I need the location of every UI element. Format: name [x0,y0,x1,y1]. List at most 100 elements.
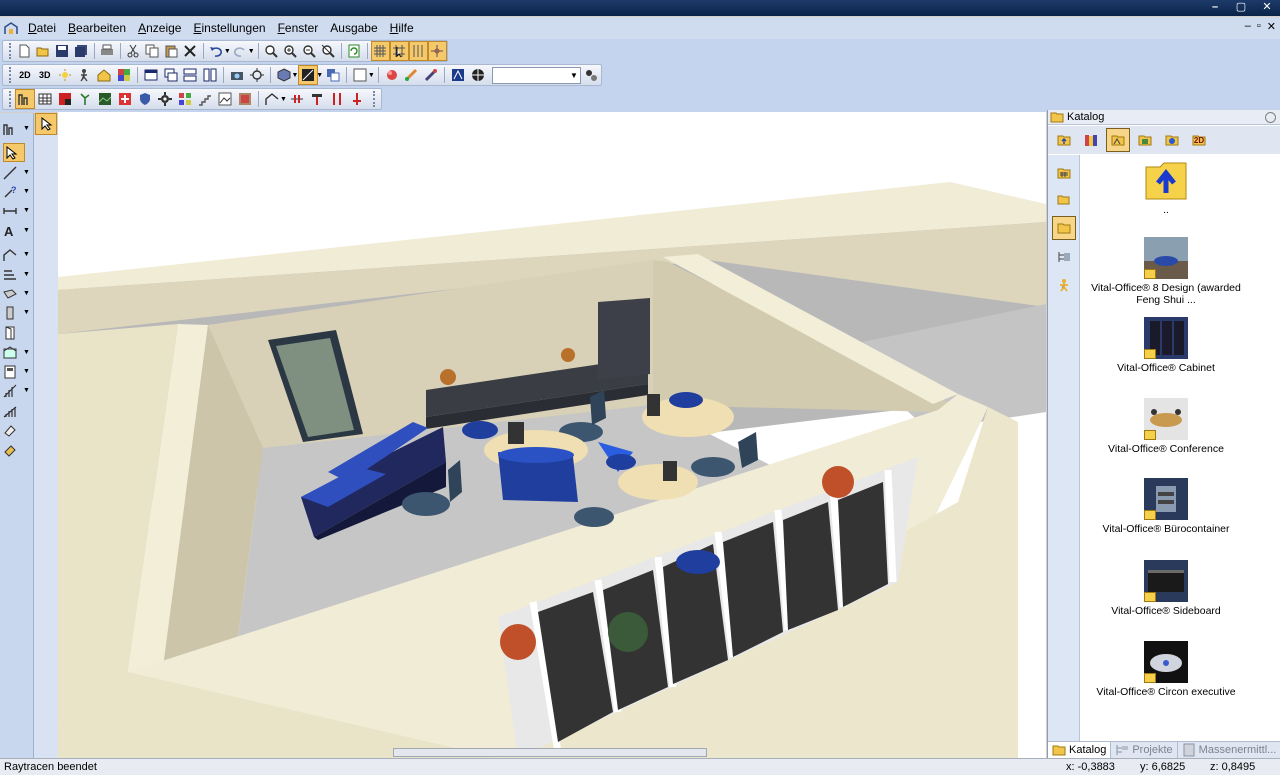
shield-icon[interactable] [135,89,155,109]
windows-object-icon[interactable] [175,89,195,109]
medical-icon[interactable] [115,89,135,109]
tab-massenermittlung[interactable]: Massenermittl... [1178,742,1280,758]
toolbar-grip[interactable] [9,67,12,83]
catalog-item-office-design[interactable]: Vital-Office® 8 Design (awarded Feng Shu… [1080,237,1252,306]
grid-icon[interactable] [370,41,390,61]
menu-datei[interactable]: Datei [22,17,62,39]
redo-dropdown-icon[interactable]: ▼ [248,48,255,55]
tab-katalog[interactable]: Katalog [1048,742,1112,758]
pointer-tool-button[interactable] [35,113,57,135]
restore-button[interactable]: ▢ [1228,0,1254,16]
tab-projekte[interactable]: Projekte [1111,742,1178,758]
camera-icon[interactable] [227,65,247,85]
catalog-open-folder-icon[interactable] [1052,187,1076,211]
menu-fenster[interactable]: Fenster [272,17,325,39]
zoom-out-icon[interactable] [300,41,319,61]
eraser-icon[interactable] [3,420,31,439]
roof-tool-icon[interactable] [262,89,282,109]
texture-icon[interactable] [114,65,134,85]
tool-wall[interactable]: ▼ [3,119,31,138]
cut-icon[interactable] [124,41,143,61]
catalog-textures-icon[interactable] [1133,128,1157,152]
catalog-materials-icon[interactable] [1160,128,1184,152]
stairs-icon[interactable] [195,89,215,109]
window-cascade-icon[interactable] [161,65,181,85]
tool-staircase[interactable]: ▼ [3,381,31,400]
house-view-icon[interactable] [94,65,114,85]
roof-dropdown-icon[interactable]: ▼ [280,96,287,103]
pin-icon[interactable] [1265,112,1276,123]
cube-dropdown-icon[interactable]: ▼ [292,72,299,79]
beam-red-icon[interactable] [327,89,347,109]
column-red-icon[interactable] [307,89,327,109]
paint-icon[interactable] [402,65,422,85]
crosshair-icon[interactable] [427,41,447,61]
tool-railing[interactable] [3,401,31,420]
gear-icon[interactable] [155,89,175,109]
print-icon[interactable] [98,41,117,61]
catalog-item-parent[interactable]: .. [1080,159,1252,216]
zoom-in-icon[interactable] [281,41,300,61]
landscape-icon[interactable] [95,89,115,109]
tool-measure[interactable]: ▼ [3,201,31,220]
texture-pattern-icon[interactable] [235,89,255,109]
menu-bearbeiten[interactable]: Bearbeiten [62,17,132,39]
3d-viewport[interactable] [58,112,1046,758]
tool-help[interactable]: ? ▼ [3,182,31,201]
tool-paint-bucket[interactable] [3,440,31,459]
catalog-tree-icon[interactable] [1052,245,1076,269]
catalog-item-circon[interactable]: Vital-Office® Circon executive [1080,641,1252,698]
image-icon[interactable] [215,89,235,109]
catalog-item-cabinet[interactable]: Vital-Office® Cabinet [1080,317,1252,374]
catalog-objects-icon[interactable] [1106,128,1130,152]
refresh-icon[interactable] [345,41,364,61]
settings-sun-icon[interactable] [247,65,267,85]
zoom-fit-icon[interactable] [319,41,338,61]
new-file-icon[interactable] [15,41,34,61]
snap-grid-icon[interactable] [389,41,409,61]
toolbar-grip[interactable] [373,91,376,107]
window-layout-icon[interactable] [141,65,161,85]
material-icon[interactable] [382,65,402,85]
view-3d-button[interactable]: 3D [35,65,55,85]
tool-line[interactable]: ▼ [3,163,31,182]
catalog-item-container[interactable]: Vital-Office® Bürocontainer [1080,478,1252,535]
menu-einstellungen[interactable]: Einstellungen [187,17,271,39]
tool-object[interactable]: ▼ [3,362,31,381]
toolbar-grip[interactable] [9,91,12,107]
anchor-red-icon[interactable] [347,89,367,109]
menu-hilfe[interactable]: Hilfe [384,17,420,39]
table-grid-icon[interactable] [35,89,55,109]
catalog-item-conference[interactable]: Vital-Office® Conference [1080,398,1252,455]
delete-icon[interactable] [181,41,200,61]
catalog-books-icon[interactable] [1079,128,1103,152]
layers-icon[interactable] [323,65,343,85]
tool-slab[interactable]: ▼ [3,284,31,303]
color-dropdown-icon[interactable]: ▼ [368,72,375,79]
copy-icon[interactable] [143,41,162,61]
tool-roof[interactable]: ▼ [3,245,31,264]
catalog-person-icon[interactable] [1052,273,1076,297]
mdi-restore-button[interactable]: ▫ [1257,20,1261,33]
plant-icon[interactable] [75,89,95,109]
zoom-icon[interactable] [262,41,281,61]
viewport-scroll-handle[interactable] [393,748,707,757]
folder-up-icon[interactable] [1052,128,1076,152]
tool-column[interactable]: ▼ [3,303,31,322]
catalog-grid-view-icon[interactable] [1052,161,1076,185]
guides-icon[interactable] [408,41,428,61]
walk-icon[interactable] [74,65,94,85]
paste-icon[interactable] [162,41,181,61]
tool-text[interactable]: A ▼ [3,221,31,240]
mdi-minimize-button[interactable]: – [1245,20,1251,33]
render-icon[interactable] [448,65,468,85]
minimize-button[interactable]: – [1202,0,1228,16]
light-icon[interactable] [55,65,75,85]
shading-dropdown-icon[interactable]: ▼ [316,72,323,79]
catalog-item-sideboard[interactable]: Vital-Office® Sideboard [1080,560,1252,617]
save-icon[interactable] [53,41,72,61]
mdi-close-button[interactable]: ✕ [1267,20,1276,33]
toolbar-grip[interactable] [9,43,12,59]
tool-window[interactable]: ▼ [3,343,31,362]
catalog-2d-icon[interactable]: 2D [1187,128,1211,152]
